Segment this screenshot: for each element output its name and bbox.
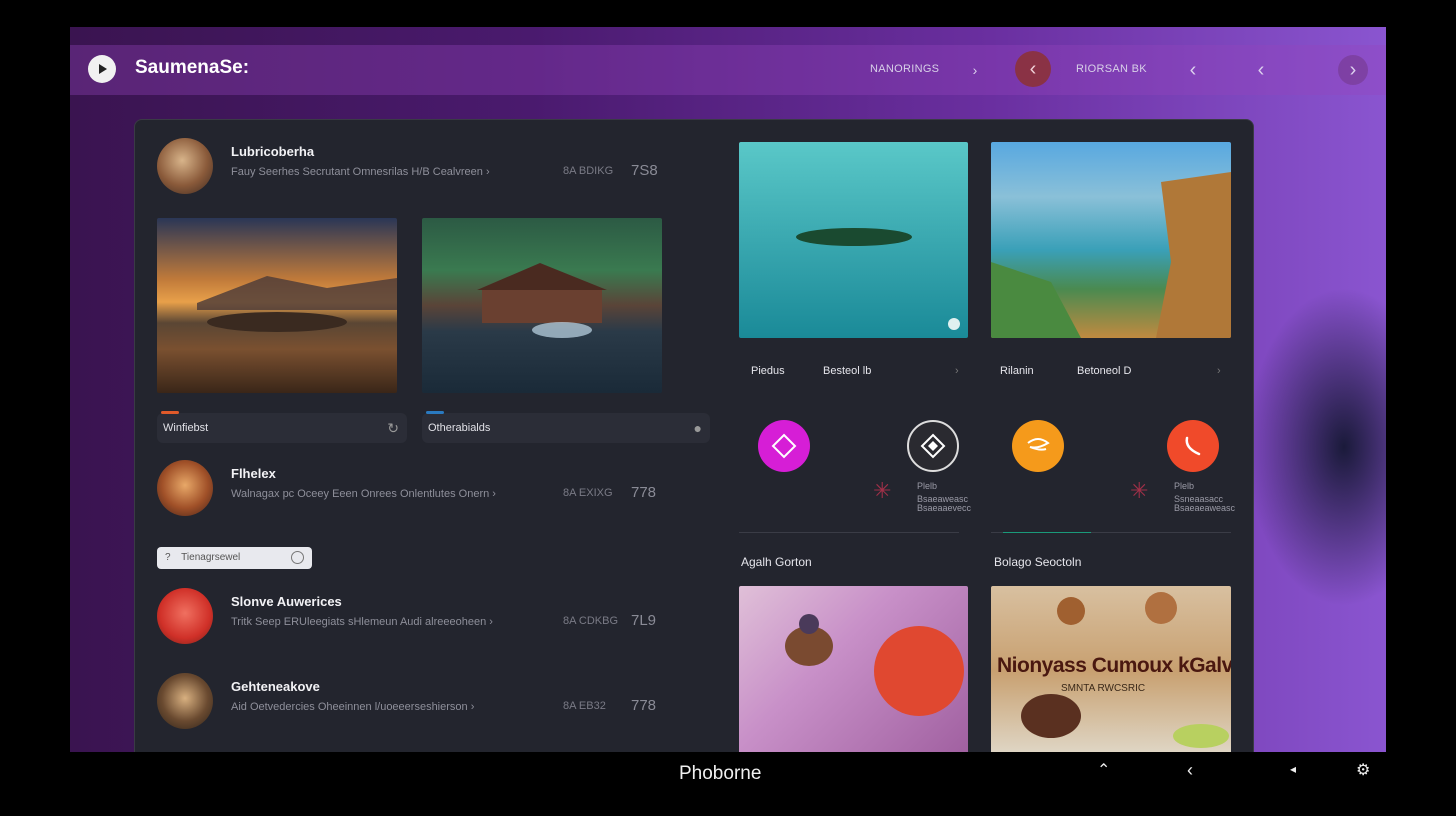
- list-item[interactable]: Flhelex Walnagax pc Oceey Eeen Onrees On…: [135, 452, 720, 527]
- nav-label-2[interactable]: RIORSAN BK: [1076, 63, 1147, 75]
- caption-label: Otherabialds: [428, 422, 491, 434]
- item-count: 7L9: [631, 612, 657, 629]
- cabin-photo[interactable]: [422, 218, 662, 393]
- speaker-icon[interactable]: ◂: [1290, 762, 1296, 776]
- chevron-left-icon-2[interactable]: ‹: [1246, 55, 1276, 85]
- back-button[interactable]: ‹: [1015, 51, 1051, 87]
- taskbar: Phoborne ⌃ ‹ ◂ ⚙: [0, 752, 1456, 816]
- chat-icon: [1027, 438, 1050, 451]
- caption-label: Winfiebst: [163, 422, 209, 434]
- settings-icon[interactable]: ⚙: [1356, 760, 1370, 780]
- avatar: [157, 588, 213, 644]
- play-button[interactable]: [88, 55, 116, 83]
- item-count: 778: [631, 697, 657, 714]
- card-action[interactable]: Betoneol D: [1077, 365, 1131, 377]
- item-meta: 8A BDIKG: [563, 165, 614, 177]
- item-count: 778: [631, 484, 657, 501]
- card-label: Rilanin: [1000, 365, 1034, 377]
- search-placeholder: Tienagrsewel: [181, 552, 241, 563]
- mini-title: Plelb: [917, 481, 938, 491]
- diamond-app-button[interactable]: [758, 420, 810, 472]
- chevron-up-icon[interactable]: ⌃: [1097, 760, 1110, 780]
- circle-icon[interactable]: [291, 551, 304, 564]
- layers-icon: [920, 433, 946, 459]
- item-subtitle: Fauy Seerhes Secrutant Omnesrilas H/B Ce…: [231, 166, 490, 178]
- sunset-photo[interactable]: [157, 218, 397, 393]
- chevron-right-icon[interactable]: ›: [960, 55, 990, 85]
- item-meta: 8A EXIXG: [563, 487, 613, 499]
- play-icon: [99, 64, 107, 74]
- refresh-icon[interactable]: ↻: [387, 420, 399, 437]
- cartoon-shape: [785, 614, 964, 716]
- section-title-left: Agalh Gorton: [741, 555, 812, 569]
- chevron-left-icon[interactable]: ‹: [1178, 55, 1208, 85]
- card-action[interactable]: Besteol lb: [823, 365, 871, 377]
- content-panel: Lubricoberha Fauy Seerhes Secrutant Omne…: [134, 119, 1254, 752]
- dot-icon[interactable]: ●: [694, 420, 702, 436]
- list-item[interactable]: Lubricoberha Fauy Seerhes Secrutant Omne…: [135, 130, 720, 205]
- poster-title: Nionyass Cumoux kGalveb: [997, 654, 1231, 677]
- item-subtitle: Tritk Seep ERUleegiats sHlemeun Audi alr…: [231, 616, 493, 628]
- cartoon-photo[interactable]: [739, 586, 968, 752]
- item-meta: 8A EB32: [563, 700, 606, 712]
- item-count: 7S8: [631, 162, 658, 179]
- progress-indicator: [1003, 532, 1091, 533]
- phone-app-button[interactable]: [1167, 420, 1219, 472]
- forward-button[interactable]: ›: [1338, 55, 1368, 85]
- chevron-right-icon[interactable]: ›: [955, 365, 959, 377]
- caption-winfiebst[interactable]: Winfiebst ↻: [157, 411, 407, 443]
- poster-photo[interactable]: Nionyass Cumoux kGalveb SMNTA RWCSRIC: [991, 586, 1231, 752]
- sparkle-icon: ✳: [873, 478, 892, 503]
- caption-otherabialds[interactable]: Otherabialds ●: [422, 411, 710, 443]
- mini-title: Plelb: [1174, 481, 1195, 491]
- avatar: [157, 460, 213, 516]
- list-item[interactable]: Slonve Auwerices Tritk Seep ERUleegiats …: [135, 580, 720, 655]
- app-title: SaumenaSe:: [135, 57, 250, 78]
- app-window: SaumenaSe: NANORINGS › ‹ RIORSAN BK ‹ ‹ …: [70, 27, 1386, 752]
- mountain-shape: [197, 276, 397, 332]
- island-shape: [796, 228, 960, 330]
- cabin-shape: [477, 263, 607, 338]
- caption-accent: [426, 411, 444, 414]
- item-subtitle: Walnagax pc Oceey Eeen Onrees Onlentlute…: [231, 488, 496, 500]
- poster-subtitle: SMNTA RWCSRIC: [1061, 683, 1146, 694]
- avatar: [157, 673, 213, 729]
- mini-line: Bsaeaaevecc: [917, 503, 972, 513]
- diamond-icon: [771, 433, 797, 459]
- chevron-right-icon[interactable]: ›: [1217, 365, 1221, 377]
- mini-line: Bsaeaeaweasc: [1174, 503, 1236, 513]
- item-title: Slonve Auwerices: [231, 594, 342, 609]
- chat-app-button[interactable]: [1012, 420, 1064, 472]
- top-bar: SaumenaSe: NANORINGS › ‹ RIORSAN BK ‹ ‹ …: [70, 45, 1386, 95]
- coast-photo[interactable]: [991, 142, 1231, 338]
- search-input[interactable]: ? Tienagrsewel: [157, 547, 312, 569]
- item-subtitle: Aid Oetvedercies Oheeinnen l/uoeeerseshi…: [231, 701, 475, 713]
- cliff-shape: [991, 172, 1231, 338]
- item-title: Gehteneakove: [231, 679, 320, 694]
- card-caption-1[interactable]: Piedus Besteol lb ›: [739, 355, 968, 385]
- help-icon: ?: [165, 552, 171, 563]
- layers-app-button[interactable]: [907, 420, 959, 472]
- item-title: Flhelex: [231, 466, 276, 481]
- divider: [739, 532, 959, 533]
- phone-icon: [1185, 436, 1201, 456]
- section-title-right: Bolago Seoctoln: [994, 555, 1082, 569]
- caption-accent: [161, 411, 179, 414]
- sparkle-icon: ✳: [1130, 478, 1149, 503]
- avatar: [157, 138, 213, 194]
- island-photo[interactable]: [739, 142, 968, 338]
- card-caption-2[interactable]: Rilanin Betoneol D ›: [991, 355, 1231, 385]
- feed-column: Lubricoberha Fauy Seerhes Secrutant Omne…: [135, 120, 720, 752]
- card-label: Piedus: [751, 365, 785, 377]
- item-title: Lubricoberha: [231, 144, 315, 159]
- chevron-left-icon[interactable]: ‹: [1187, 760, 1193, 781]
- nav-label-1[interactable]: NANORINGS: [870, 63, 939, 75]
- taskbar-title: Phoborne: [679, 763, 762, 784]
- item-meta: 8A CDKBG: [563, 615, 619, 627]
- list-item[interactable]: Gehteneakove Aid Oetvedercies Oheeinnen …: [135, 665, 720, 740]
